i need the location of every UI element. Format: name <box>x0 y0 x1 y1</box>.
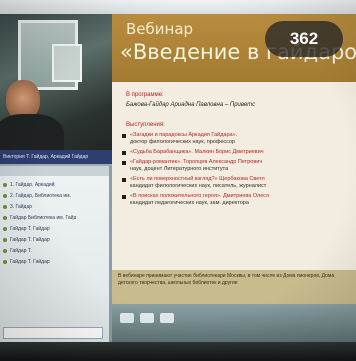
talk-item: «В поисках положительного героя». Дмитри… <box>122 193 354 207</box>
speakers-label: Выступления: <box>126 122 165 128</box>
footer-text: В вебинаре принимают участие библиотекар… <box>118 273 335 286</box>
slide-footer: В вебинаре принимают участие библиотекар… <box>112 270 356 304</box>
webinar-toolbar <box>112 304 356 342</box>
monitor-bottom-edge <box>0 342 356 361</box>
square-bullet-icon <box>122 161 126 165</box>
chat-list: 1. Гайдар, Аркадий 2. Гайдар, Библиотека… <box>0 176 109 272</box>
online-dot-icon <box>3 259 7 264</box>
chat-item[interactable]: 1. Гайдар, Аркадий <box>3 180 106 189</box>
chat-item[interactable]: Гайдар Библиотека им. Гайд <box>3 213 106 222</box>
chat-item[interactable]: Гайдар Т. Гайдар <box>3 224 106 233</box>
video-caption: Виктория Т. Гайдар, Аркадий Гайдар <box>0 150 112 164</box>
toolbar-button[interactable] <box>140 313 154 323</box>
online-dot-icon <box>3 204 7 209</box>
square-bullet-icon <box>122 134 126 138</box>
chat-item[interactable]: Гайдар Т. Гайдар <box>3 257 106 266</box>
chat-item[interactable]: 3. Гайдар <box>3 202 106 211</box>
chat-panel: 1. Гайдар, Аркадий 2. Гайдар, Библиотека… <box>0 166 112 361</box>
talk-item: «Судьба Барабанщика». Малкин Борис Дмитр… <box>122 149 354 156</box>
toolbar-button[interactable] <box>160 313 174 323</box>
slide-kicker: Вебинар <box>126 20 194 38</box>
monitor-bezel <box>0 0 356 14</box>
online-dot-icon <box>3 237 7 242</box>
program-host: Бажова-Гайдар Ариадна Павловна – Приветс <box>126 102 256 108</box>
wall-picture-small <box>52 44 82 82</box>
square-bullet-icon <box>122 195 126 199</box>
toolbar-button[interactable] <box>120 313 134 323</box>
photo-of-webinar-screen: Виктория Т. Гайдар, Аркадий Гайдар 1. Га… <box>0 0 356 361</box>
program-label: В программе: <box>126 92 164 98</box>
presentation-slide: Вебинар «Введение в гайдаровед В програм… <box>112 14 356 304</box>
online-dot-icon <box>3 226 7 231</box>
image-count-badge: 362 <box>265 21 343 57</box>
online-dot-icon <box>3 182 7 187</box>
online-dot-icon <box>3 193 7 198</box>
chat-item[interactable]: Гайдар Т. <box>3 246 106 255</box>
speaker-video-feed <box>0 14 112 164</box>
talk-item: «Загадки и парадоксы Аркадия Гайдара». до… <box>122 132 354 146</box>
online-dot-icon <box>3 215 7 220</box>
square-bullet-icon <box>122 151 126 155</box>
square-bullet-icon <box>122 178 126 182</box>
talk-list: «Загадки и парадоксы Аркадия Гайдара». до… <box>122 132 354 210</box>
chat-item[interactable]: Гайдар Т. Гайдар <box>3 235 106 244</box>
online-dot-icon <box>3 248 7 253</box>
talk-item: «Есть ли поверхностный взгляд?» Щербаков… <box>122 176 354 190</box>
chat-header <box>0 166 109 176</box>
talk-item: «Гайдар-романтик». Торопцев Александр Пе… <box>122 159 354 173</box>
chat-item[interactable]: 2. Гайдар, Библиотека им. <box>3 191 106 200</box>
chat-input[interactable] <box>3 327 103 339</box>
